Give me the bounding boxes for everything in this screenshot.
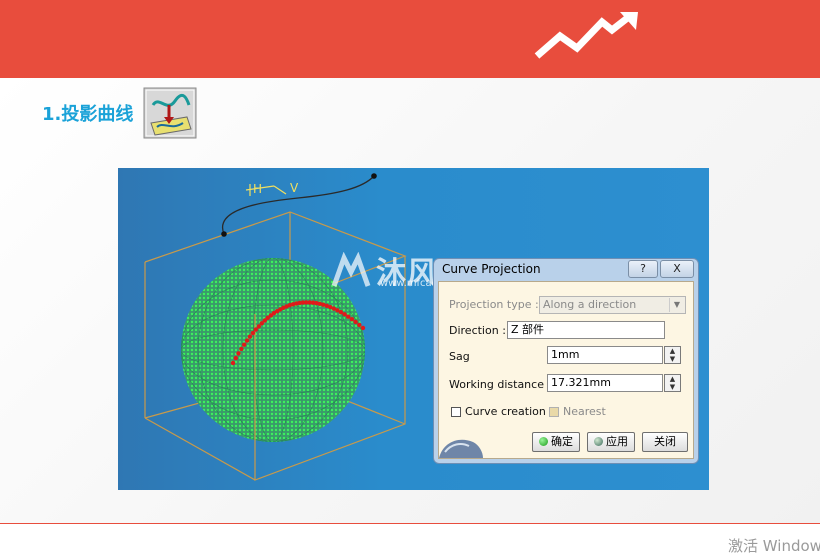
projected-curve-point: [247, 334, 253, 339]
apply-dot-icon: [594, 437, 603, 446]
curve-projection-dialog: Curve Projection ? X Projection type : A…: [433, 258, 699, 464]
projected-curve-point: [230, 360, 236, 366]
chevron-down-icon[interactable]: ▼: [669, 298, 684, 312]
curve-endpoint-end: [371, 173, 377, 179]
projected-curve-point: [349, 317, 355, 322]
watermark-logo-icon: [331, 252, 371, 287]
hv-axis-indicator: [245, 184, 287, 196]
working-distance-stepper[interactable]: ▲ ▼: [664, 374, 681, 392]
earth-icon: [439, 439, 483, 458]
source-curve: [221, 175, 375, 235]
projection-type-value: Along a direction: [543, 298, 637, 311]
trend-up-arrow-icon: [534, 12, 638, 59]
direction-field[interactable]: Z 部件: [507, 321, 665, 339]
projection-type-label: Projection type :: [449, 298, 539, 311]
project-curve-tool-icon[interactable]: [143, 87, 197, 139]
section-heading: 1.投影曲线: [42, 104, 134, 125]
curve-endpoint-start: [221, 231, 227, 237]
projected-curve-point: [338, 310, 344, 315]
dialog-title: Curve Projection: [442, 262, 541, 276]
projected-curve-point: [242, 342, 247, 347]
projected-curve-point: [233, 355, 238, 361]
sag-input[interactable]: 1mm: [547, 346, 663, 364]
nearest-label: Nearest: [563, 405, 606, 418]
projected-curve-point: [239, 346, 244, 352]
help-button[interactable]: ?: [628, 260, 658, 278]
projected-curve-point: [236, 351, 241, 356]
working-distance-label: Working distance: [449, 378, 544, 391]
projected-curve-point: [250, 330, 256, 336]
cancel-button[interactable]: 关闭: [642, 432, 688, 452]
projected-curve-point: [244, 338, 250, 343]
header-bar: [0, 0, 820, 78]
curve-creation-label: Curve creation: [465, 405, 546, 418]
close-button[interactable]: X: [660, 260, 694, 278]
projected-curve-point: [357, 322, 362, 328]
green-dot-icon: [539, 437, 548, 446]
apply-button[interactable]: 应用: [587, 432, 635, 452]
axis-label-h: H: [253, 182, 262, 196]
ok-button[interactable]: 确定: [532, 432, 580, 452]
sag-stepper[interactable]: ▲ ▼: [664, 346, 681, 364]
projected-curve-point: [360, 325, 366, 331]
projected-curve-point: [342, 312, 347, 317]
projection-type-select[interactable]: Along a direction ▼: [539, 296, 686, 314]
projected-curve-point: [346, 314, 351, 319]
sag-label: Sag: [449, 350, 470, 363]
windows-activation-text: 激活 Window: [728, 537, 820, 555]
projected-curve-point: [353, 319, 358, 325]
projected-curve-point: [253, 327, 258, 332]
footer-divider: [0, 523, 820, 524]
dialog-body: Projection type : Along a direction ▼ Di…: [438, 281, 694, 459]
nearest-checkbox[interactable]: [549, 407, 559, 417]
working-distance-input[interactable]: 17.321mm: [547, 374, 663, 392]
axis-label-v: V: [290, 181, 299, 195]
direction-label: Direction :: [449, 324, 506, 337]
curve-creation-checkbox[interactable]: [451, 407, 461, 417]
